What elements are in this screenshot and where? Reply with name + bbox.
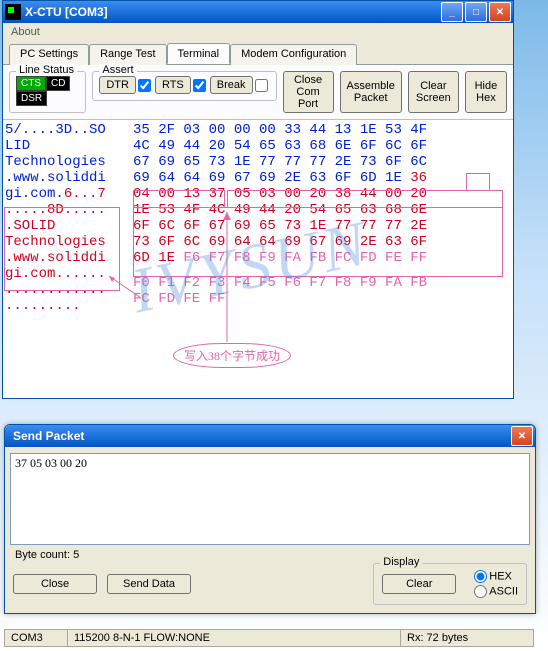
hide-hex-button[interactable]: HideHex	[465, 71, 507, 113]
titlebar: X-CTU [COM3] _ □ ✕	[3, 1, 513, 23]
hex-highlight-4	[133, 207, 503, 277]
terminal-output[interactable]: 5/....3D..SOLID Technologies.www.soliddi…	[3, 119, 513, 398]
popup-title: Send Packet	[13, 429, 84, 443]
packet-input[interactable]	[10, 453, 530, 545]
status-bar: COM3 115200 8-N-1 FLOW:NONE Rx: 72 bytes	[4, 628, 534, 647]
hex-radio-label[interactable]: HEX	[474, 570, 518, 583]
dtr-button[interactable]: DTR	[99, 76, 136, 94]
status-com: COM3	[4, 629, 67, 647]
ascii-radio[interactable]	[474, 585, 487, 598]
close-comport-button[interactable]: CloseCom Port	[283, 71, 334, 113]
break-checkbox[interactable]	[255, 79, 268, 92]
hex-highlight-1	[466, 173, 490, 191]
tab-modem-config[interactable]: Modem Configuration	[230, 44, 357, 65]
tab-pc-settings[interactable]: PC Settings	[9, 44, 89, 65]
menubar: About	[3, 23, 513, 41]
tab-range-test[interactable]: Range Test	[89, 44, 166, 65]
hex-radio[interactable]	[474, 570, 487, 583]
tab-terminal[interactable]: Terminal	[167, 43, 231, 64]
display-group: Display Clear HEX ASCII	[373, 563, 527, 605]
close-button[interactable]: ✕	[489, 2, 511, 22]
assert-legend: Assert	[99, 64, 136, 76]
minimize-button[interactable]: _	[441, 2, 463, 22]
toolbar: Line Status CTSCDDSR Assert DTR RTS Brea…	[3, 65, 513, 119]
window-title: X-CTU [COM3]	[25, 5, 108, 19]
annotation-text: 写入38个字节成功	[173, 343, 291, 368]
popup-close-btn[interactable]: Close	[13, 574, 97, 594]
line-status-group: Line Status CTSCDDSR	[9, 71, 86, 113]
rts-checkbox[interactable]	[193, 79, 206, 92]
popup-close-button[interactable]: ✕	[511, 426, 533, 446]
ascii-highlight	[4, 207, 120, 291]
dsr-indicator: DSR	[16, 91, 47, 106]
tab-bar: PC Settings Range Test Terminal Modem Co…	[3, 41, 513, 65]
app-icon	[5, 4, 21, 20]
menu-about[interactable]: About	[11, 26, 40, 38]
display-legend: Display	[380, 556, 422, 568]
byte-count-label: Byte count: 5	[5, 549, 535, 561]
hex-highlight-2	[133, 190, 225, 208]
hex-highlight-3	[227, 190, 503, 208]
assemble-packet-button[interactable]: AssemblePacket	[340, 71, 402, 113]
assert-group: Assert DTR RTS Break	[92, 71, 276, 101]
status-rx: Rx: 72 bytes	[400, 629, 534, 647]
dtr-checkbox[interactable]	[138, 79, 151, 92]
send-packet-dialog: Send Packet ✕ Byte count: 5 Close Send D…	[4, 424, 536, 614]
line-status-legend: Line Status	[16, 64, 77, 76]
main-window: X-CTU [COM3] _ □ ✕ About PC Settings Ran…	[2, 0, 514, 399]
rts-button[interactable]: RTS	[155, 76, 191, 94]
ascii-radio-label[interactable]: ASCII	[474, 585, 518, 598]
cd-indicator: CD	[46, 76, 70, 91]
clear-screen-button[interactable]: ClearScreen	[408, 71, 459, 113]
status-cfg: 115200 8-N-1 FLOW:NONE	[67, 629, 400, 647]
clear-input-button[interactable]: Clear	[382, 574, 456, 594]
send-data-button[interactable]: Send Data	[107, 574, 191, 594]
maximize-button[interactable]: □	[465, 2, 487, 22]
break-button[interactable]: Break	[210, 76, 253, 94]
popup-titlebar: Send Packet ✕	[5, 425, 535, 447]
cts-indicator: CTS	[16, 76, 46, 91]
popup-footer: Close Send Data Display Clear HEX ASCII	[5, 561, 535, 613]
